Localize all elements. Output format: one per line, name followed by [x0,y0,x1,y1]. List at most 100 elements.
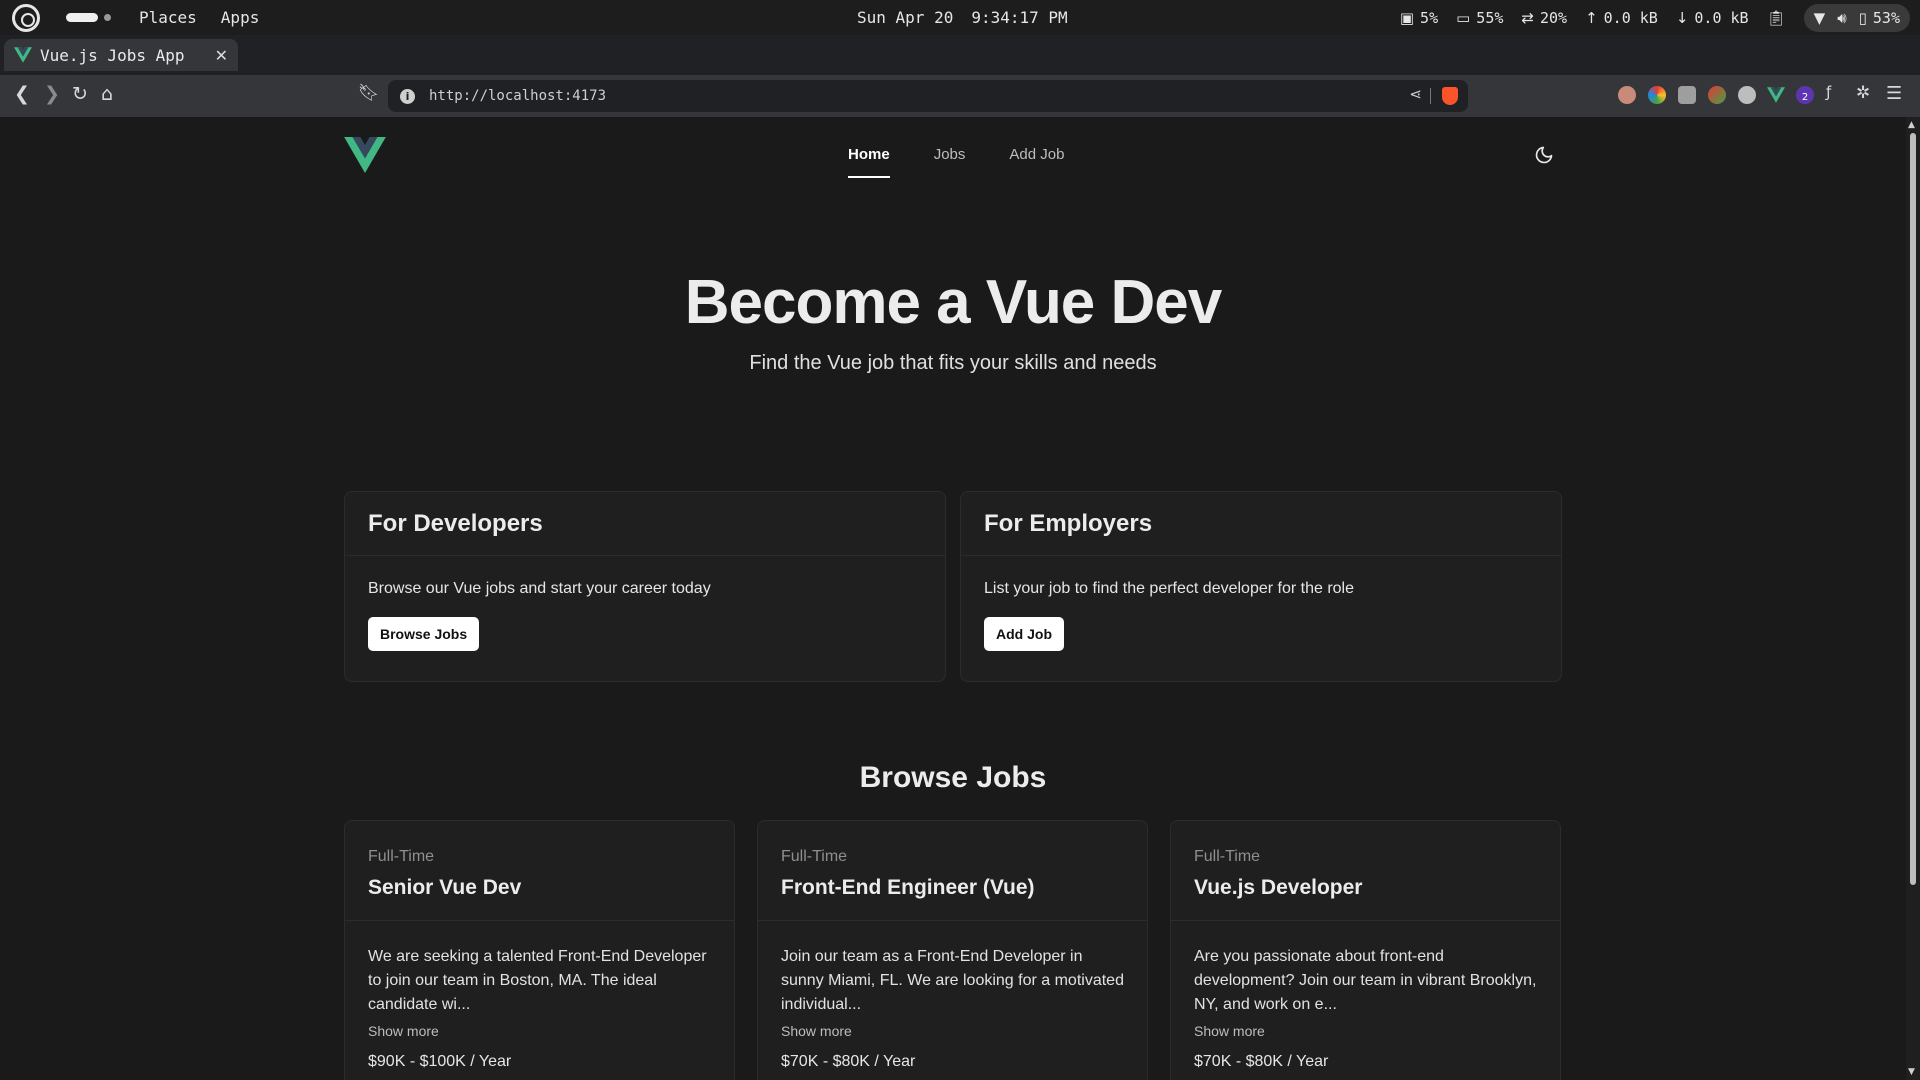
battery-indicator: ▯ 53% [1859,9,1900,27]
vue-logo-icon[interactable] [344,137,386,173]
volume-icon: 🔊︎ [1837,8,1847,27]
apps-menu[interactable]: Apps [221,8,260,27]
bookmark-icon[interactable]: 🔖︎ [358,83,380,103]
job-description: Are you passionate about front-end devel… [1194,948,1537,1013]
clock-time: 9:34:17 PM [971,8,1068,27]
browse-jobs-button[interactable]: Browse Jobs [368,617,480,651]
developers-card: For Developers Browse our Vue jobs and s… [344,491,946,682]
url-text: http://localhost:4173 [429,88,607,104]
memory-value: 55% [1476,8,1504,27]
page-viewport: Home Jobs Add Job Become a Vue Dev Find … [0,117,1906,1080]
page-scrollbar[interactable]: ▲ ▼ [1906,117,1920,1080]
extension-4-icon[interactable] [1708,86,1726,104]
scrollbar-thumb[interactable] [1910,133,1916,885]
extension-react-icon[interactable] [1738,86,1756,104]
system-top-bar: Places Apps Sun Apr 20 9:34:17 PM ▣ 5% ▭… [0,0,1920,35]
job-card: Full-Time Senior Vue Dev We are seeking … [344,820,735,1080]
clock-date: Sun Apr 20 [857,8,954,27]
extension-camera-icon[interactable] [1678,86,1696,104]
address-bar[interactable]: i http://localhost:4173 ⋖ [388,80,1468,112]
tab-title: Vue.js Jobs App [40,45,185,65]
job-description: Join our team as a Front-End Developer i… [781,948,1124,1013]
site-navbar: Home Jobs Add Job [0,117,1906,197]
job-type: Full-Time [781,848,848,865]
download-arrow-icon: ↓ [1675,8,1689,27]
system-tray: ▣ 5% ▭ 55% ⇄ 20% ↑ 0.0 kB ↓ 0.0 kB 📋︎ ▼ … [1400,0,1920,35]
employers-card: For Employers List your job to find the … [960,491,1562,682]
browser-toolbar: ❮ ❯ ↻ ⌂ 🔖︎ i http://localhost:4173 ⋖ 2 ƒ… [0,75,1920,117]
job-salary: $90K - $100K / Year [368,1053,512,1070]
nav-jobs-link[interactable]: Jobs [934,146,966,178]
hero-title: Become a Vue Dev [684,268,1223,337]
memory-indicator[interactable]: ▭ 55% [1456,9,1503,27]
nav-add-job-link[interactable]: Add Job [1009,146,1064,178]
download-value: 0.0 kB [1694,8,1749,27]
moon-icon[interactable] [1534,145,1554,165]
extension-function-icon[interactable]: ƒ [1826,83,1831,101]
reload-icon[interactable]: ↻ [72,83,88,105]
battery-value: 53% [1872,8,1900,27]
job-salary: $70K - $80K / Year [781,1053,916,1070]
job-salary: $70K - $80K / Year [1194,1053,1329,1070]
browser-tab-strip: Vue.js Jobs App ✕ + — ❐ ✕ [0,35,1920,99]
extensions-puzzle-icon[interactable]: ✲ [1856,83,1870,103]
memory-icon: ▭ [1456,8,1471,27]
extension-vue-devtools-icon[interactable] [1767,87,1785,103]
scroll-down-icon[interactable]: ▼ [1908,1067,1915,1077]
wifi-icon: ▼ [1813,8,1826,27]
swap-value: 20% [1539,8,1568,27]
activities-logo-icon[interactable] [12,3,40,32]
download-indicator[interactable]: ↓ 0.0 kB [1676,9,1749,27]
browse-jobs-heading: Browse Jobs [859,761,1047,794]
cpu-indicator[interactable]: ▣ 5% [1400,9,1438,27]
upload-arrow-icon: ↑ [1585,8,1598,27]
browser-menu-icon[interactable]: ☰ [1886,83,1902,104]
card-text: Browse our Vue jobs and start your caree… [368,580,711,597]
show-more-link[interactable]: Show more [1194,1023,1537,1039]
vue-favicon-icon [14,47,32,63]
status-menu[interactable]: ▼ 🔊︎ ▯ 53% [1803,3,1910,32]
share-icon[interactable]: ⋖ [1409,85,1422,103]
hero-subtitle: Find the Vue job that fits your skills a… [749,352,1157,374]
job-title: Vue.js Developer [1194,876,1363,899]
forward-icon[interactable]: ❯ [44,83,60,105]
upload-value: 0.0 kB [1603,8,1658,27]
browser-tab[interactable]: Vue.js Jobs App ✕ [4,39,238,71]
add-job-button[interactable]: Add Job [984,617,1064,651]
back-icon[interactable]: ❮ [14,83,30,105]
nav-home-link[interactable]: Home [848,146,890,178]
extension-badge-icon[interactable]: 2 [1796,86,1814,104]
upload-indicator[interactable]: ↑ 0.0 kB [1585,9,1658,27]
cpu-icon: ▣ [1399,8,1415,27]
brave-shield-icon[interactable] [1442,87,1458,105]
workspace-dot-icon [104,14,111,21]
address-bar-divider [1430,88,1431,104]
clipboard-icon[interactable]: 📋︎ [1767,9,1786,27]
show-more-link[interactable]: Show more [781,1023,1124,1039]
job-card: Full-Time Front-End Engineer (Vue) Join … [757,820,1148,1080]
extension-1-icon[interactable] [1618,86,1636,104]
job-description: We are seeking a talented Front-End Deve… [368,948,707,1013]
job-card: Full-Time Vue.js Developer Are you passi… [1170,820,1561,1080]
scroll-up-icon[interactable]: ▲ [1908,120,1915,130]
site-info-icon[interactable]: i [400,88,415,104]
job-title: Senior Vue Dev [368,876,522,899]
home-icon[interactable]: ⌂ [101,83,113,105]
job-type: Full-Time [1194,848,1261,865]
show-more-link[interactable]: Show more [368,1023,711,1039]
clock[interactable]: Sun Apr 20 9:34:17 PM [857,0,1068,35]
job-title: Front-End Engineer (Vue) [781,876,1035,899]
tab-close-icon[interactable]: ✕ [215,46,228,65]
places-menu[interactable]: Places [139,8,197,27]
workspace-indicator[interactable] [66,13,111,22]
extension-color-picker-icon[interactable] [1648,86,1666,104]
card-text: List your job to find the perfect develo… [984,580,1354,597]
card-title: For Developers [368,509,543,537]
nav-links: Home Jobs Add Job [848,146,1064,178]
hero-section: Become a Vue Dev Find the Vue job that f… [0,267,1906,375]
swap-indicator[interactable]: ⇄ 20% [1521,9,1567,27]
swap-icon: ⇄ [1521,8,1534,27]
card-title: For Employers [984,509,1153,537]
job-type: Full-Time [368,848,435,865]
battery-icon: ▯ [1858,8,1867,27]
